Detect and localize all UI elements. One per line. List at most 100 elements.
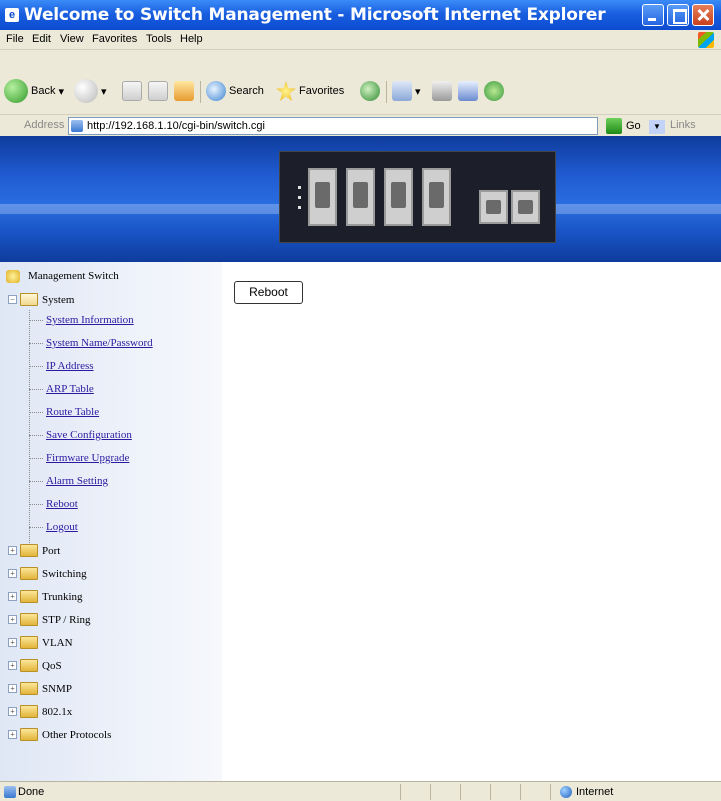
sidebar-tree: Management Switch − System System Inform… — [0, 262, 222, 781]
chevron-down-icon: ▾ — [415, 85, 421, 98]
chevron-down-icon: ▾ — [58, 85, 64, 98]
port-image — [511, 190, 540, 224]
tree-link-logout[interactable]: Logout — [46, 521, 78, 533]
favorites-label: Favorites — [299, 85, 345, 97]
expand-icon[interactable]: + — [8, 569, 17, 578]
tree-link-alarm-setting[interactable]: Alarm Setting — [46, 475, 108, 487]
tree-link-route-table[interactable]: Route Table — [46, 406, 99, 418]
back-button[interactable]: Back ▾ — [4, 79, 64, 103]
collapse-icon[interactable]: − — [8, 295, 17, 304]
expand-icon[interactable]: + — [8, 592, 17, 601]
search-label: Search — [229, 85, 264, 97]
menu-favorites[interactable]: Favorites — [92, 33, 137, 45]
expand-icon[interactable]: + — [8, 638, 17, 647]
expand-icon[interactable]: + — [8, 546, 17, 555]
tree-link-system-information[interactable]: System Information — [46, 314, 134, 326]
tree-link-ip-address[interactable]: IP Address — [46, 360, 94, 372]
forward-arrow-icon — [74, 79, 98, 103]
folder-icon — [20, 728, 38, 741]
history-button[interactable] — [360, 81, 380, 101]
stop-icon — [122, 81, 142, 101]
address-input[interactable]: http://192.168.1.10/cgi-bin/switch.cgi ▼ — [68, 117, 665, 135]
expand-icon[interactable]: + — [8, 661, 17, 670]
mail-icon — [392, 81, 412, 101]
mail-button[interactable]: ▾ — [392, 81, 421, 101]
messenger-button[interactable] — [484, 81, 504, 101]
tree-folder-label: STP / Ring — [42, 614, 91, 626]
port-image — [308, 168, 337, 226]
toolbar: Back ▾ ▾ Search Favorites ▾ — [0, 51, 721, 115]
security-zone: Internet — [576, 786, 614, 798]
folder-icon — [20, 544, 38, 557]
page-content: Management Switch − System System Inform… — [0, 136, 721, 781]
links-label[interactable]: Links — [670, 119, 696, 131]
tree-folder-label: Port — [42, 545, 61, 557]
tree-link-system-name-password[interactable]: System Name/Password — [46, 337, 153, 349]
expand-icon[interactable]: + — [8, 615, 17, 624]
menu-bar: File Edit View Favorites Tools Help — [0, 30, 721, 50]
minimize-button[interactable] — [642, 4, 664, 26]
back-arrow-icon — [4, 79, 28, 103]
port-image — [384, 168, 413, 226]
main-frame: Reboot — [222, 262, 721, 781]
print-button[interactable] — [432, 81, 452, 101]
tree-folder-label: Trunking — [42, 591, 83, 603]
port-image — [346, 168, 375, 226]
tree-root-label: Management Switch — [28, 270, 119, 282]
maximize-button[interactable] — [667, 4, 689, 26]
go-arrow-icon[interactable] — [606, 118, 622, 134]
edit-button[interactable] — [458, 81, 478, 101]
tree-link-firmware-upgrade[interactable]: Firmware Upgrade — [46, 452, 129, 464]
back-label: Back — [31, 85, 56, 97]
status-text: Done — [18, 786, 45, 798]
home-button[interactable] — [174, 81, 194, 101]
search-button[interactable]: Search — [206, 81, 264, 101]
history-icon — [360, 81, 380, 101]
switch-front-panel-image — [279, 151, 556, 243]
folder-icon — [20, 567, 38, 580]
address-url: http://192.168.1.10/cgi-bin/switch.cgi — [87, 120, 265, 132]
tree-link-arp-table[interactable]: ARP Table — [46, 383, 94, 395]
home-icon — [174, 81, 194, 101]
tree-link-reboot[interactable]: Reboot — [46, 498, 78, 510]
search-icon — [206, 81, 226, 101]
header-banner — [0, 136, 721, 262]
management-icon — [6, 270, 20, 283]
favorites-button[interactable]: Favorites — [276, 81, 344, 101]
folder-icon — [20, 682, 38, 695]
expand-icon[interactable]: + — [8, 730, 17, 739]
tree-folder-label: Other Protocols — [42, 729, 112, 741]
tree-link-save-configuration[interactable]: Save Configuration — [46, 429, 132, 441]
refresh-button[interactable] — [148, 81, 168, 101]
menu-edit[interactable]: Edit — [32, 33, 51, 45]
port-image — [479, 190, 508, 224]
folder-icon — [20, 705, 38, 718]
address-dropdown-icon[interactable]: ▼ — [649, 120, 665, 134]
menu-file[interactable]: File — [6, 33, 24, 45]
print-icon — [432, 81, 452, 101]
menu-tools[interactable]: Tools — [146, 33, 172, 45]
chevron-down-icon: ▾ — [101, 85, 107, 98]
tree-folder-label: VLAN — [42, 637, 73, 649]
expand-icon[interactable]: + — [8, 684, 17, 693]
menu-view[interactable]: View — [60, 33, 84, 45]
globe-icon — [560, 786, 572, 798]
tree-folder-label: System — [42, 294, 75, 306]
close-button[interactable] — [692, 4, 714, 26]
windows-logo-icon — [698, 32, 714, 48]
stop-button[interactable] — [122, 81, 142, 101]
reboot-button[interactable]: Reboot — [234, 281, 303, 304]
ie-icon: e — [5, 8, 19, 22]
window-title: Welcome to Switch Management - Microsoft… — [24, 5, 606, 25]
go-button[interactable]: Go — [626, 120, 641, 132]
forward-button[interactable]: ▾ — [74, 79, 107, 103]
tree-folder-label: QoS — [42, 660, 62, 672]
status-bar: Done Internet — [0, 781, 721, 801]
messenger-icon — [484, 81, 504, 101]
tree-folder-label: 802.1x — [42, 706, 73, 718]
page-done-icon — [4, 786, 16, 798]
menu-help[interactable]: Help — [180, 33, 203, 45]
title-bar: e Welcome to Switch Management - Microso… — [0, 0, 721, 30]
refresh-icon — [148, 81, 168, 101]
expand-icon[interactable]: + — [8, 707, 17, 716]
